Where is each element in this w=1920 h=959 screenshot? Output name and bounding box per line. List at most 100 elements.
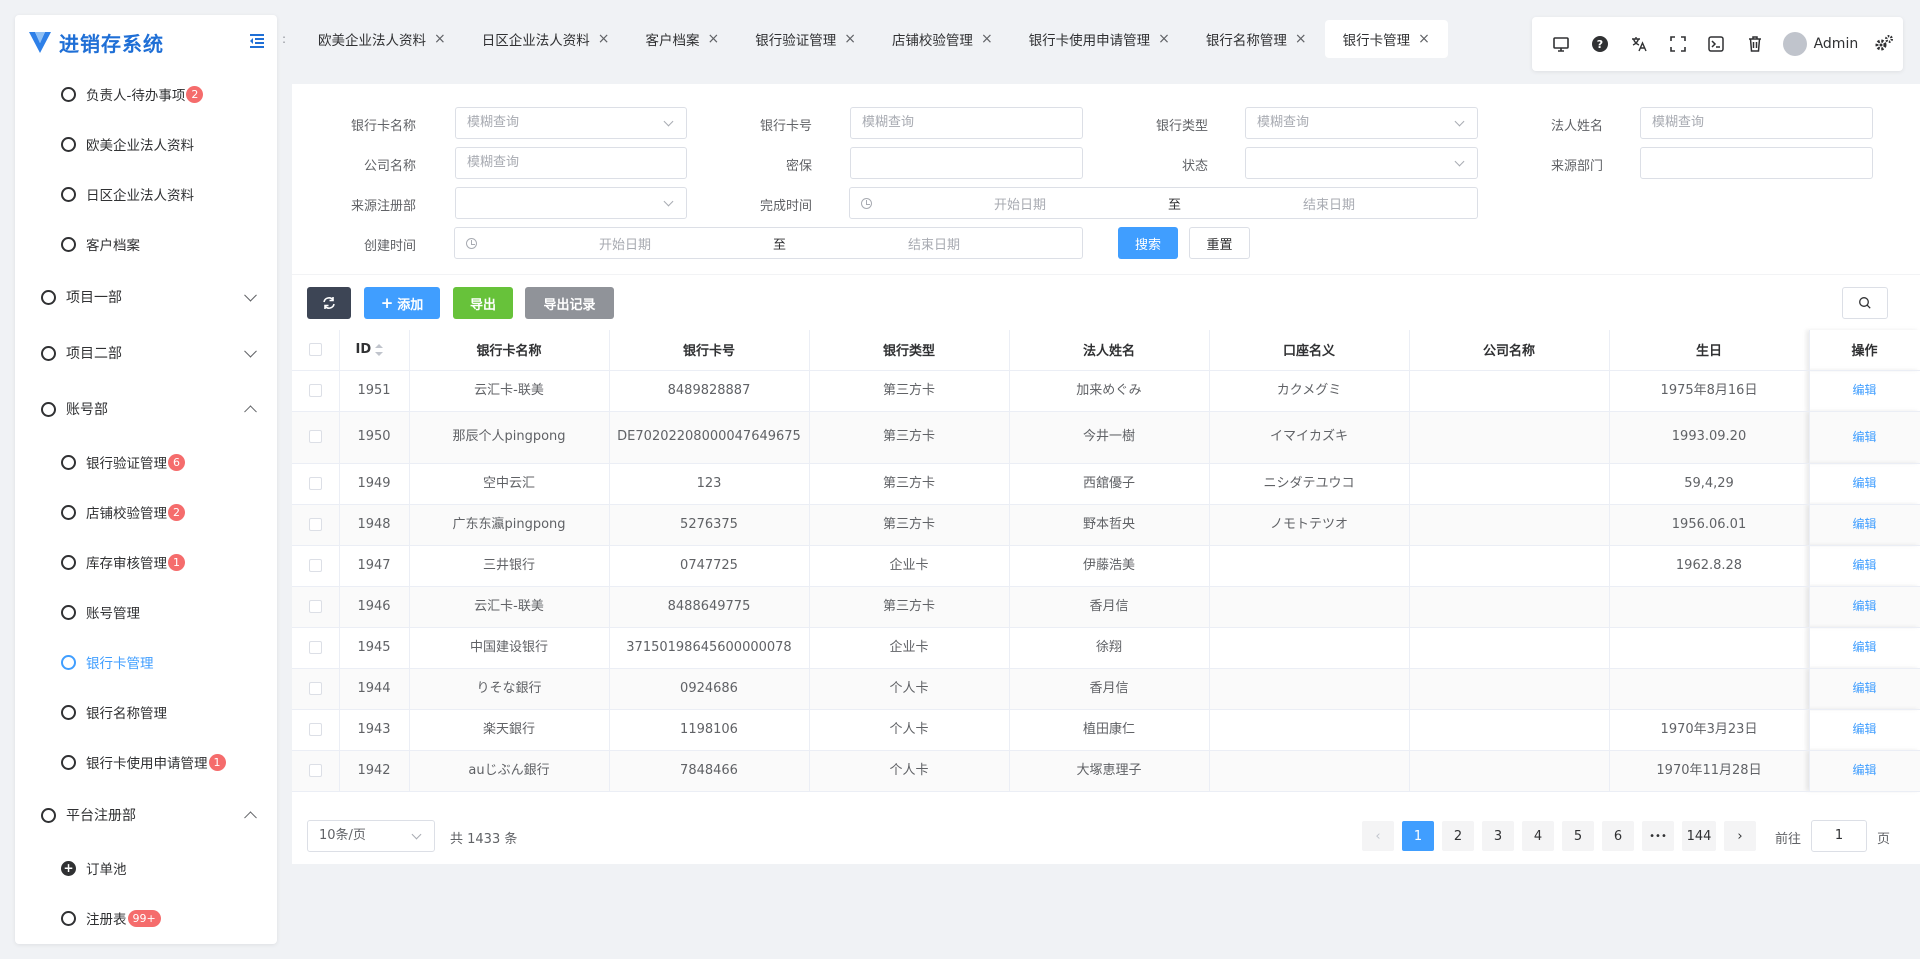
sidebar-item-account-mgmt[interactable]: 账号管理 bbox=[15, 587, 277, 637]
sidebar-item-customers[interactable]: 客户档案 bbox=[15, 219, 277, 269]
select-cell[interactable] bbox=[292, 545, 340, 587]
edit-link[interactable]: 编辑 bbox=[1852, 640, 1876, 654]
select-cell[interactable] bbox=[292, 411, 340, 464]
terminal-icon[interactable] bbox=[1697, 24, 1736, 64]
search-toggle-button[interactable] bbox=[1842, 287, 1888, 319]
card-no-input[interactable]: 模糊查询 bbox=[850, 107, 1083, 139]
close-icon[interactable]: × bbox=[1295, 31, 1307, 47]
sidebar-item-stock-audit[interactable]: 库存审核管理 1 bbox=[15, 537, 277, 587]
sidebar-group-platform[interactable]: 平台注册部 bbox=[15, 787, 277, 843]
edit-link[interactable]: 编辑 bbox=[1852, 763, 1876, 777]
select-cell[interactable] bbox=[292, 463, 340, 505]
settings-icon[interactable] bbox=[1864, 24, 1903, 64]
export-log-button[interactable]: 导出记录 bbox=[525, 287, 614, 319]
select-cell[interactable] bbox=[292, 709, 340, 751]
page-button[interactable]: 5 bbox=[1562, 821, 1594, 851]
next-page-button[interactable]: › bbox=[1724, 821, 1756, 851]
checkbox[interactable] bbox=[308, 343, 322, 357]
sidebar-item-shop-verify[interactable]: 店铺校验管理 2 bbox=[15, 487, 277, 537]
tab-bank-verify[interactable]: 银行验证管理 × bbox=[737, 20, 874, 58]
checkbox[interactable] bbox=[308, 517, 322, 531]
refresh-button[interactable] bbox=[307, 287, 351, 319]
select-cell[interactable] bbox=[292, 750, 340, 792]
header-id[interactable]: ID bbox=[339, 330, 410, 371]
sidebar-item-bank-name[interactable]: 银行名称管理 bbox=[15, 687, 277, 737]
goto-page-input[interactable]: 1 bbox=[1811, 820, 1867, 852]
checkbox[interactable] bbox=[308, 681, 322, 695]
page-button[interactable]: 144 bbox=[1682, 821, 1716, 851]
monitor-icon[interactable] bbox=[1542, 24, 1581, 64]
checkbox[interactable] bbox=[308, 476, 322, 490]
more-pages-button[interactable]: ••• bbox=[1642, 821, 1674, 851]
close-icon[interactable]: × bbox=[434, 31, 446, 47]
sidebar-item-todo[interactable]: 负责人-待办事项 2 bbox=[15, 69, 277, 119]
checkbox[interactable] bbox=[308, 640, 322, 654]
select-cell[interactable] bbox=[292, 370, 340, 412]
sidebar-item-registry[interactable]: 注册表 99+ bbox=[15, 893, 277, 943]
create-time-range[interactable]: 开始日期 至 结束日期 bbox=[454, 227, 1083, 259]
user-menu[interactable]: Admin bbox=[1782, 32, 1858, 56]
finish-time-range[interactable]: 开始日期 至 结束日期 bbox=[849, 187, 1478, 219]
card-name-select[interactable]: 模糊查询 bbox=[455, 107, 687, 139]
sidebar-item-order-pool[interactable]: + 订单池 bbox=[15, 843, 277, 893]
page-button[interactable]: 6 bbox=[1602, 821, 1634, 851]
trash-icon[interactable] bbox=[1736, 24, 1775, 64]
company-input[interactable]: 模糊查询 bbox=[455, 147, 687, 179]
tab-bank-name[interactable]: 银行名称管理 × bbox=[1188, 20, 1325, 58]
checkbox[interactable] bbox=[308, 763, 322, 777]
checkbox[interactable] bbox=[308, 599, 322, 613]
page-button[interactable]: 4 bbox=[1522, 821, 1554, 851]
close-icon[interactable]: × bbox=[1418, 31, 1430, 47]
page-button[interactable]: 1 bbox=[1402, 821, 1434, 851]
sidebar-item-eu-legal[interactable]: 欧美企业法人资料 bbox=[15, 119, 277, 169]
select-cell[interactable] bbox=[292, 627, 340, 669]
tab-card-apply[interactable]: 银行卡使用申请管理 × bbox=[1011, 20, 1188, 58]
tab-jp-legal[interactable]: 日区企业法人资料 × bbox=[464, 20, 628, 58]
tabs-scroll-handle[interactable]: : bbox=[282, 32, 290, 46]
help-icon[interactable]: ? bbox=[1581, 24, 1620, 64]
close-icon[interactable]: × bbox=[707, 31, 719, 47]
sidebar-item-bank-verify[interactable]: 银行验证管理 6 bbox=[15, 437, 277, 487]
edit-link[interactable]: 编辑 bbox=[1852, 476, 1876, 490]
tab-eu-legal[interactable]: 欧美企业法人资料 × bbox=[300, 20, 464, 58]
sort-icon[interactable] bbox=[375, 343, 384, 356]
status-select[interactable] bbox=[1245, 147, 1478, 179]
page-size-select[interactable]: 10条/页 bbox=[307, 820, 435, 852]
select-cell[interactable] bbox=[292, 504, 340, 546]
edit-link[interactable]: 编辑 bbox=[1852, 599, 1876, 613]
collapse-menu-icon[interactable] bbox=[247, 31, 267, 51]
sidebar-item-jp-legal[interactable]: 日区企业法人资料 bbox=[15, 169, 277, 219]
edit-link[interactable]: 编辑 bbox=[1852, 558, 1876, 572]
translate-icon[interactable] bbox=[1620, 24, 1659, 64]
source-reg-select[interactable] bbox=[455, 187, 687, 219]
select-all-cell[interactable] bbox=[292, 330, 340, 371]
search-button[interactable]: 搜索 bbox=[1118, 227, 1178, 259]
fullscreen-icon[interactable] bbox=[1658, 24, 1697, 64]
tab-shop-verify[interactable]: 店铺校验管理 × bbox=[874, 20, 1011, 58]
secret-input[interactable] bbox=[850, 147, 1083, 179]
edit-link[interactable]: 编辑 bbox=[1852, 430, 1876, 444]
edit-link[interactable]: 编辑 bbox=[1852, 383, 1876, 397]
bank-type-select[interactable]: 模糊查询 bbox=[1245, 107, 1478, 139]
legal-name-input[interactable]: 模糊查询 bbox=[1640, 107, 1873, 139]
sidebar-item-card-apply[interactable]: 银行卡使用申请管理 1 bbox=[15, 737, 277, 787]
edit-link[interactable]: 编辑 bbox=[1852, 722, 1876, 736]
close-icon[interactable]: × bbox=[981, 31, 993, 47]
tab-customers[interactable]: 客户档案 × bbox=[627, 20, 737, 58]
tab-bank-card[interactable]: 银行卡管理 × bbox=[1324, 20, 1448, 58]
sidebar-group-project1[interactable]: 项目一部 bbox=[15, 269, 277, 325]
add-button[interactable]: + 添加 bbox=[364, 287, 440, 319]
page-button[interactable]: 3 bbox=[1482, 821, 1514, 851]
checkbox[interactable] bbox=[308, 430, 322, 443]
export-button[interactable]: 导出 bbox=[453, 287, 513, 319]
reset-button[interactable]: 重置 bbox=[1189, 227, 1250, 259]
close-icon[interactable]: × bbox=[1158, 31, 1170, 47]
edit-link[interactable]: 编辑 bbox=[1852, 681, 1876, 695]
page-button[interactable]: 2 bbox=[1442, 821, 1474, 851]
checkbox[interactable] bbox=[308, 558, 322, 572]
checkbox[interactable] bbox=[308, 722, 322, 736]
select-cell[interactable] bbox=[292, 586, 340, 628]
close-icon[interactable]: × bbox=[598, 31, 610, 47]
sidebar-item-bank-card[interactable]: 银行卡管理 bbox=[15, 637, 277, 687]
sidebar-group-project2[interactable]: 项目二部 bbox=[15, 325, 277, 381]
